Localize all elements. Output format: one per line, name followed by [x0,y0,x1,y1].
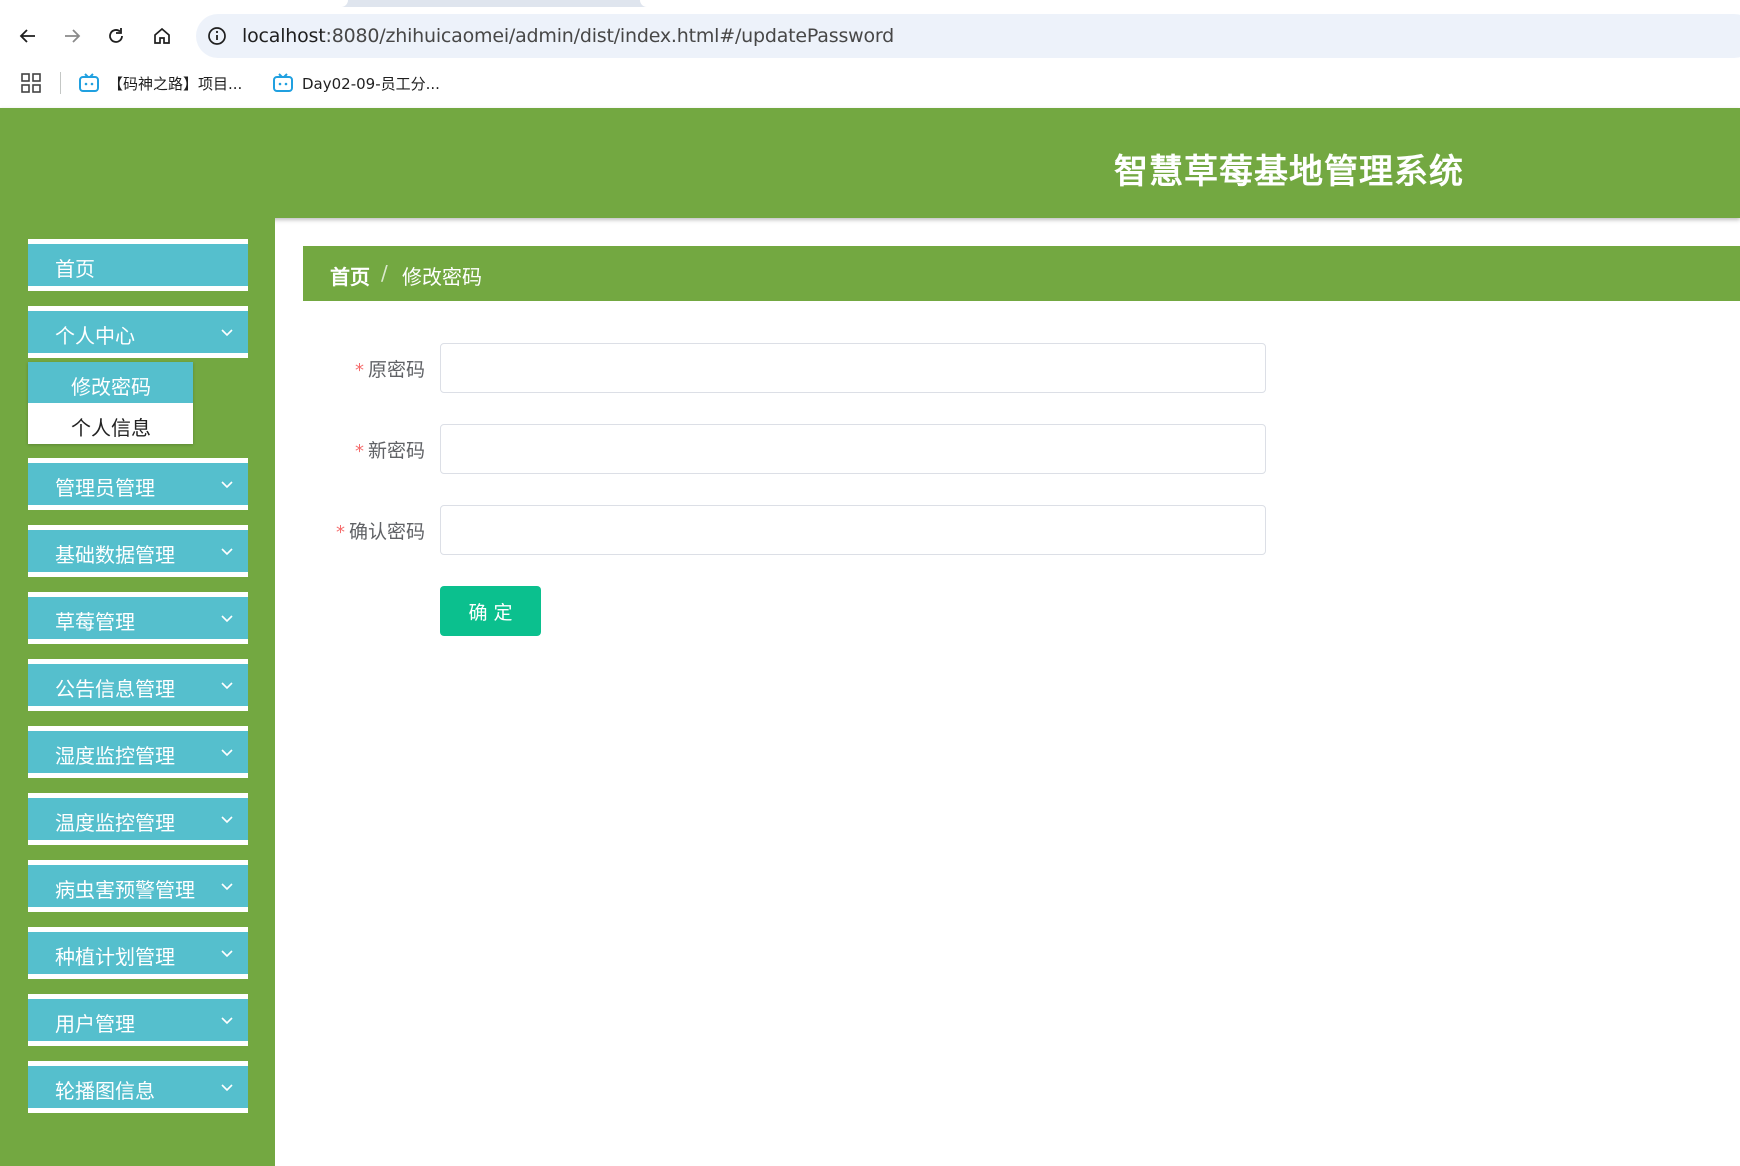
sidebar-item-label: 个人中心 [55,324,135,348]
form-row-confirm-password: * 确认密码 [303,505,1266,555]
home-icon [154,27,170,44]
breadcrumb: 首页 / 修改密码 [303,246,1740,301]
bookmark-label: 【码神之路】项目... [108,74,243,93]
bookmark-label: Day02-09-员工分... [302,74,440,93]
site-info-icon[interactable] [206,25,228,47]
reload-icon [109,28,123,43]
sidebar-item-announcements[interactable]: 公告信息管理 [28,659,248,711]
bookmarks-divider [60,72,61,94]
bilibili-icon [79,73,99,92]
sidebar-item-label: 基础数据管理 [55,543,175,567]
back-button[interactable] [10,18,46,54]
field-label: * 原密码 [355,355,425,382]
sidebar: 首页 个人中心 管理员管理 基础数据管理 草莓管理 公告信息管理 湿度监控管理 … [0,218,275,1166]
chevron-down-icon [221,749,233,757]
url-path: :8080/zhihuicaomei/admin/dist/index.html… [325,25,895,47]
sidebar-item-strawberry[interactable]: 草莓管理 [28,592,248,644]
reload-button[interactable] [98,18,134,54]
chevron-down-icon [221,950,233,958]
sidebar-item-label: 管理员管理 [55,476,155,500]
bookmarks-bar: 【码神之路】项目... Day02-09-员工分... [0,62,1740,104]
breadcrumb-home[interactable]: 首页 [330,261,370,290]
sidebar-item-label: 首页 [55,257,95,281]
chevron-down-icon [221,1084,233,1092]
breadcrumb-current: 修改密码 [402,265,482,289]
chevron-down-icon [221,883,233,891]
sidebar-item-humidity[interactable]: 湿度监控管理 [28,726,248,778]
field-label-text: 原密码 [367,359,425,381]
submenu-item-label: 修改密码 [71,375,151,399]
url-text[interactable]: localhost:8080/zhihuicaomei/admin/dist/i… [242,25,894,47]
sidebar-item-label: 种植计划管理 [55,945,175,969]
bookmark-item[interactable]: Day02-09-员工分... [272,70,440,96]
chevron-down-icon [221,682,233,690]
breadcrumb-separator: / [381,261,388,285]
bilibili-icon [273,73,293,92]
sidebar-item-label: 湿度监控管理 [55,744,175,768]
sidebar-item-label: 轮播图信息 [55,1079,155,1103]
chevron-down-icon [221,548,233,556]
tab-strip [0,0,1740,7]
confirm-button[interactable]: 确定 [440,586,541,636]
address-bar[interactable]: localhost:8080/zhihuicaomei/admin/dist/i… [196,14,1740,58]
sidebar-item-label: 温度监控管理 [55,811,175,835]
sidebar-item-users[interactable]: 用户管理 [28,994,248,1046]
sidebar-item-base-data[interactable]: 基础数据管理 [28,525,248,577]
tab-right-edge[interactable] [640,0,1740,7]
sidebar-item-temperature[interactable]: 温度监控管理 [28,793,248,845]
url-host: localhost [242,25,326,47]
sidebar-item-pest-warning[interactable]: 病虫害预警管理 [28,860,248,912]
submenu-item-personal-info[interactable]: 个人信息 [28,403,193,444]
forward-button[interactable] [54,18,90,54]
chevron-down-icon [221,329,233,337]
sidebar-item-label: 草莓管理 [55,610,135,634]
sidebar-item-personal-center[interactable]: 个人中心 [28,306,248,358]
chevron-down-icon [221,1017,233,1025]
required-mark: * [354,441,364,462]
forward-arrow-icon [65,29,81,43]
field-label: * 确认密码 [336,517,425,544]
back-arrow-icon [19,29,35,43]
old-password-input[interactable] [440,343,1266,393]
form-row-old-password: * 原密码 [303,343,1266,393]
personal-center-submenu: 修改密码 个人信息 [28,362,193,444]
sidebar-item-planting-plan[interactable]: 种植计划管理 [28,927,248,979]
required-mark: * [335,522,345,543]
sidebar-item-label: 公告信息管理 [55,677,175,701]
sidebar-item-admin-management[interactable]: 管理员管理 [28,458,248,510]
field-label-text: 确认密码 [348,521,425,543]
form-row-new-password: * 新密码 [303,424,1266,474]
apps-grid-icon[interactable] [20,72,42,94]
app-title: 智慧草莓基地管理系统 [1114,152,1464,192]
tab-left-edge[interactable] [0,0,348,7]
field-label: * 新密码 [355,436,425,463]
field-label-text: 新密码 [367,440,425,462]
confirm-password-input[interactable] [440,505,1266,555]
new-password-input[interactable] [440,424,1266,474]
chevron-down-icon [221,615,233,623]
sidebar-item-label: 用户管理 [55,1012,135,1036]
submenu-item-change-password[interactable]: 修改密码 [28,362,193,403]
chevron-down-icon [221,816,233,824]
bookmark-item[interactable]: 【码神之路】项目... [78,70,242,96]
sidebar-item-label: 病虫害预警管理 [55,878,195,902]
browser-toolbar: localhost:8080/zhihuicaomei/admin/dist/i… [0,0,1740,60]
app-header: 智慧草莓基地管理系统 [0,108,1740,218]
home-button[interactable] [144,18,180,54]
required-mark: * [354,360,364,381]
sidebar-item-home[interactable]: 首页 [28,239,248,291]
sidebar-item-carousel[interactable]: 轮播图信息 [28,1061,248,1113]
chevron-down-icon [221,481,233,489]
submenu-item-label: 个人信息 [71,416,151,440]
